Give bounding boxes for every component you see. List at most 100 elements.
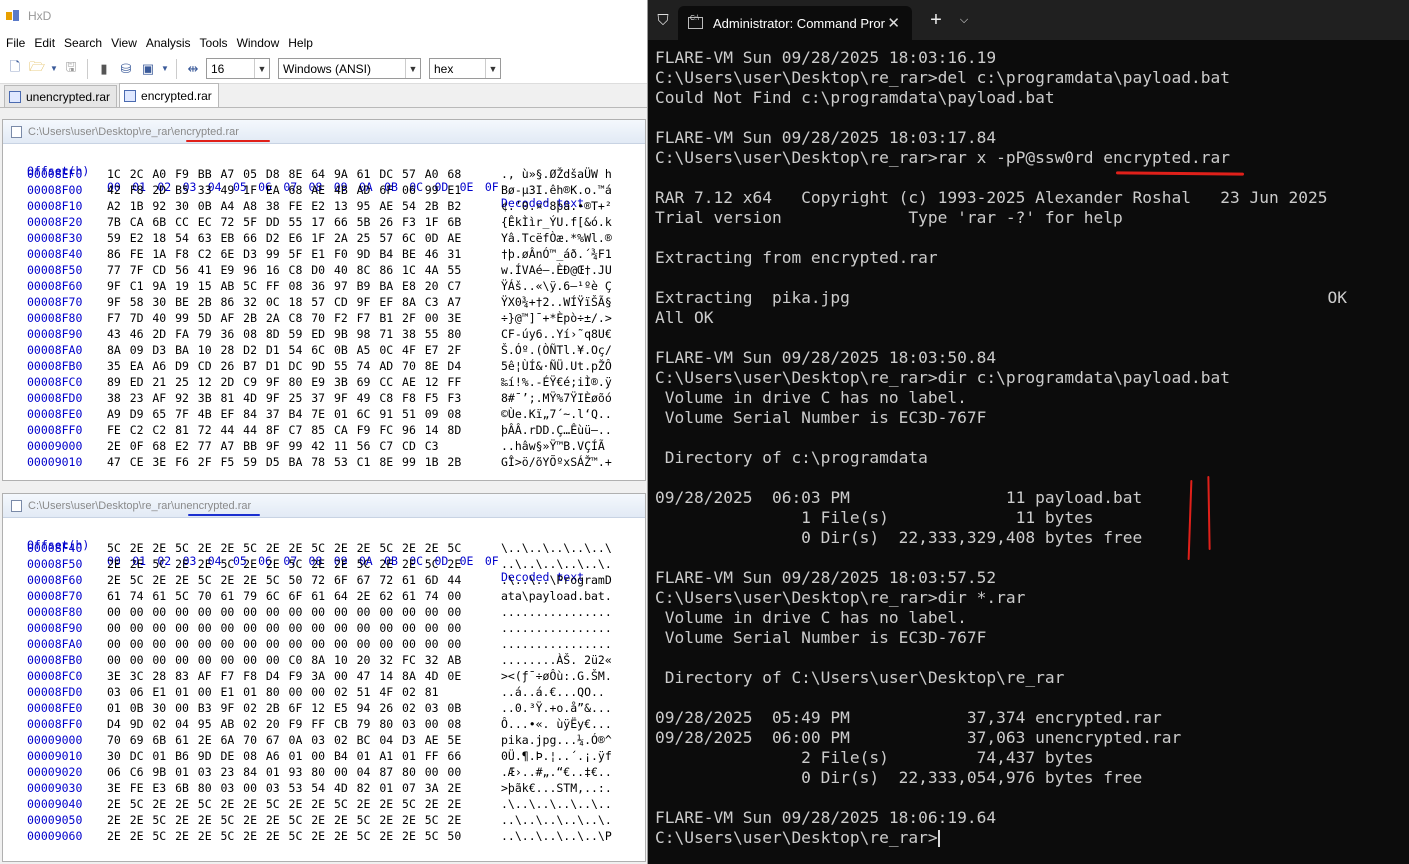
row-decoded[interactable]: ..\..\..\..\..\.: [501, 812, 612, 828]
row-decoded[interactable]: Š.Óº.(ÒÑTl.¥.Oç/: [501, 342, 612, 358]
hex-row[interactable]: 00008F70 61 74 61 5C 70 61 79 6C 6F 61 64…: [3, 588, 645, 604]
menu-tools[interactable]: Tools: [200, 36, 228, 50]
hex-row[interactable]: 00008F90 43 46 2D FA 79 36 08 8D 59 ED 9B…: [3, 326, 645, 342]
row-decoded[interactable]: ata\payload.bat.: [501, 588, 612, 604]
row-bytes[interactable]: A2 1B 92 30 0B A4 A8 38 FE E2 13 95 AE 5…: [107, 198, 461, 214]
row-bytes[interactable]: 2E 5C 2E 2E 5C 2E 2E 5C 50 72 6F 67 72 6…: [107, 572, 461, 588]
hex-row[interactable]: 00008FA0 8A 09 D3 BA 10 28 D2 D1 54 6C 0B…: [3, 342, 645, 358]
row-decoded[interactable]: CF-úy6..Yí›˜q8U€: [501, 326, 612, 342]
new-tab-button[interactable]: +: [918, 0, 954, 40]
row-decoded[interactable]: 0Ü.¶.Þ.¦..´.¡.ÿf: [501, 748, 612, 764]
hex-row[interactable]: 00008FE0 01 0B 30 00 B3 9F 02 2B 6F 12 E5…: [3, 700, 645, 716]
hex-row[interactable]: 00009020 06 C6 9B 01 03 23 84 01 93 80 00…: [3, 764, 645, 780]
hex-row[interactable]: 00008F30 59 E2 18 54 63 EB 66 D2 E6 1F 2A…: [3, 230, 645, 246]
row-bytes[interactable]: 38 23 AF 92 3B 81 4D 9F 25 37 9F 49 C8 F…: [107, 390, 461, 406]
row-decoded[interactable]: w.ÍVAé–.ÈÐ@Œ†.JU: [501, 262, 612, 278]
close-file-icon[interactable]: ▮: [95, 60, 113, 78]
row-bytes[interactable]: 2E 2E 5C 2E 2E 5C 2E 2E 5C 2E 2E 5C 2E 2…: [107, 556, 461, 572]
row-decoded[interactable]: ‰í!%.-ÉŸ€é;iÌ®.ÿ: [501, 374, 612, 390]
menu-window[interactable]: Window: [237, 36, 280, 50]
menu-help[interactable]: Help: [288, 36, 313, 50]
row-bytes[interactable]: FE C2 C2 81 72 44 44 8F C7 85 CA F9 FC 9…: [107, 422, 461, 438]
hex-row[interactable]: 00008F80 00 00 00 00 00 00 00 00 00 00 00…: [3, 604, 645, 620]
hex-row[interactable]: 00009050 2E 2E 5C 2E 2E 5C 2E 2E 5C 2E 2E…: [3, 812, 645, 828]
row-decoded[interactable]: ..\..\..\..\..\P: [501, 828, 612, 844]
hex-row[interactable]: 00008FF0 FE C2 C2 81 72 44 44 8F C7 85 CA…: [3, 422, 645, 438]
row-decoded[interactable]: .\..\..\..\..\..: [501, 796, 612, 812]
row-bytes[interactable]: 7B CA 6B CC EC 72 5F DD 55 17 66 5B 26 F…: [107, 214, 461, 230]
row-decoded[interactable]: ..\..\..\..\..\.: [501, 556, 612, 572]
menu-edit[interactable]: Edit: [34, 36, 55, 50]
menu-analysis[interactable]: Analysis: [146, 36, 191, 50]
row-bytes[interactable]: 86 FE 1A F8 C2 6E D3 99 5F E1 F0 9D B4 B…: [107, 246, 461, 262]
chevron-down-icon[interactable]: ▼: [405, 59, 420, 78]
hex-row[interactable]: 00009040 2E 5C 2E 2E 5C 2E 2E 5C 2E 2E 5C…: [3, 796, 645, 812]
row-decoded[interactable]: pika.jpg...¼.Ó®^: [501, 732, 612, 748]
row-bytes[interactable]: 47 CE 3E F6 2F F5 59 D5 BA 78 53 C1 8E 9…: [107, 454, 461, 470]
hex-row[interactable]: 00008F40 5C 2E 2E 5C 2E 2E 5C 2E 2E 5C 2E…: [3, 540, 645, 556]
row-bytes[interactable]: 00 00 00 00 00 00 00 00 C0 8A 10 20 32 F…: [107, 652, 461, 668]
row-bytes[interactable]: 01 0B 30 00 B3 9F 02 2B 6F 12 E5 94 26 0…: [107, 700, 461, 716]
row-decoded[interactable]: ¢.’0.¤¨8þâ.•®T+²: [501, 198, 612, 214]
row-decoded[interactable]: ŸX0¾+†2..WÍŸïŠÃ§: [501, 294, 612, 310]
terminal-output[interactable]: FLARE-VM Sun 09/28/2025 18:03:16.19 C:\Us…: [655, 48, 1405, 848]
chevron-down-icon[interactable]: ⌵: [954, 0, 974, 40]
row-decoded[interactable]: .Æ›..#„.“€..‡€..: [501, 764, 612, 780]
menu-search[interactable]: Search: [64, 36, 102, 50]
row-decoded[interactable]: ........ÀŠ. 2ü2«: [501, 652, 612, 668]
open-folder-icon[interactable]: 🗁: [28, 59, 46, 78]
charset-select[interactable]: Windows (ANSI) ▼: [278, 58, 421, 79]
row-decoded[interactable]: Bø-µ3I.êh®K.o.™á: [501, 182, 612, 198]
hex-row[interactable]: 00008F90 00 00 00 00 00 00 00 00 00 00 00…: [3, 620, 645, 636]
hex-row[interactable]: 00008FD0 38 23 AF 92 3B 81 4D 9F 25 37 9F…: [3, 390, 645, 406]
hex-row[interactable]: 00008EF0 1C 2C A0 F9 BB A7 05 D8 8E 64 9A…: [3, 166, 645, 182]
save-icon[interactable]: 🖫: [62, 59, 80, 78]
hex-row[interactable]: 00008FD0 03 06 E1 01 00 E1 01 80 00 00 02…: [3, 684, 645, 700]
hex-row[interactable]: 00008FC0 89 ED 21 25 12 2D C9 9F 80 E9 3B…: [3, 374, 645, 390]
chevron-down-icon[interactable]: ▼: [254, 59, 269, 78]
row-decoded[interactable]: 8#¯’;.MŸ%7ŸIÈøõó: [501, 390, 612, 406]
row-bytes[interactable]: A9 D9 65 7F 4B EF 84 37 B4 7E 01 6C 91 5…: [107, 406, 461, 422]
ram-dropdown-icon[interactable]: ▼: [161, 60, 169, 78]
row-bytes[interactable]: 30 DC 01 B6 9D DE 08 A6 01 00 B4 01 A1 0…: [107, 748, 461, 764]
row-decoded[interactable]: þÂÂ.rDD.Ç…Êùü–..: [501, 422, 612, 438]
row-bytes[interactable]: 77 7F CD 56 41 E9 96 16 C8 D0 40 8C 86 1…: [107, 262, 461, 278]
row-decoded[interactable]: ..á..á.€...QO..: [501, 684, 605, 700]
hex-row[interactable]: 00008F20 7B CA 6B CC EC 72 5F DD 55 17 66…: [3, 214, 645, 230]
hex-row[interactable]: 00008FB0 00 00 00 00 00 00 00 00 C0 8A 10…: [3, 652, 645, 668]
row-bytes[interactable]: 61 74 61 5C 70 61 79 6C 6F 61 64 2E 62 6…: [107, 588, 461, 604]
row-decoded[interactable]: ><(ƒ¯÷øÔù:.G.ŠM.: [501, 668, 612, 684]
row-decoded[interactable]: ................: [501, 604, 612, 620]
row-bytes[interactable]: 2E 0F 68 E2 77 A7 BB 9F 99 42 11 56 C7 C…: [107, 438, 439, 454]
row-bytes[interactable]: 8A 09 D3 BA 10 28 D2 D1 54 6C 0B A5 0C 4…: [107, 342, 461, 358]
open-ram-icon[interactable]: ▣: [139, 60, 157, 78]
hex-row[interactable]: 00008F80 F7 7D 40 99 5D AF 2B 2A C8 70 F2…: [3, 310, 645, 326]
hex-row[interactable]: 00008FF0 D4 9D 02 04 95 AB 02 20 F9 FF CB…: [3, 716, 645, 732]
hex-rows[interactable]: 00008EF0 1C 2C A0 F9 BB A7 05 D8 8E 64 9A…: [3, 166, 645, 470]
open-dropdown-icon[interactable]: ▼: [50, 60, 58, 78]
row-decoded[interactable]: ŸÁš..«\ÿ.6—¹ºè Ç: [501, 278, 612, 294]
row-bytes[interactable]: 00 00 00 00 00 00 00 00 00 00 00 00 00 0…: [107, 604, 461, 620]
row-decoded[interactable]: ................: [501, 636, 612, 652]
hex-rows[interactable]: 00008F40 5C 2E 2E 5C 2E 2E 5C 2E 2E 5C 2E…: [3, 540, 645, 844]
row-decoded[interactable]: ÷}@™]¯+*Èpò÷±/.>: [501, 310, 612, 326]
row-decoded[interactable]: >þãk€...STM‚..:.: [501, 780, 612, 796]
hex-row[interactable]: 00008F60 2E 5C 2E 2E 5C 2E 2E 5C 50 72 6F…: [3, 572, 645, 588]
row-bytes[interactable]: 42 F8 2D B5 33 49 1F EA 68 AE 4B AD 6F 0…: [107, 182, 461, 198]
menu-file[interactable]: File: [6, 36, 25, 50]
hex-row[interactable]: 00008FA0 00 00 00 00 00 00 00 00 00 00 00…: [3, 636, 645, 652]
row-bytes[interactable]: 9F 58 30 BE 2B 86 32 0C 18 57 CD 9F EF 8…: [107, 294, 461, 310]
row-bytes[interactable]: 70 69 6B 61 2E 6A 70 67 0A 03 02 BC 04 D…: [107, 732, 461, 748]
row-bytes[interactable]: D4 9D 02 04 95 AB 02 20 F9 FF CB 79 80 0…: [107, 716, 461, 732]
tab-encrypted[interactable]: encrypted.rar: [119, 83, 219, 107]
new-file-icon[interactable]: 🗋: [6, 59, 24, 78]
row-bytes[interactable]: 59 E2 18 54 63 EB 66 D2 E6 1F 2A 25 57 6…: [107, 230, 461, 246]
row-decoded[interactable]: Yâ.TcëfÒæ.*%Wl.®: [501, 230, 612, 246]
hex-row[interactable]: 00009030 3E FE E3 6B 80 03 00 03 53 54 4D…: [3, 780, 645, 796]
hex-row[interactable]: 00009000 70 69 6B 61 2E 6A 70 67 0A 03 02…: [3, 732, 645, 748]
terminal-tab[interactable]: Administrator: Command Pror ✕: [678, 6, 912, 40]
row-bytes[interactable]: 89 ED 21 25 12 2D C9 9F 80 E9 3B 69 CC A…: [107, 374, 461, 390]
row-bytes[interactable]: F7 7D 40 99 5D AF 2B 2A C8 70 F2 F7 B1 2…: [107, 310, 461, 326]
tab-unencrypted[interactable]: unencrypted.rar: [4, 85, 118, 107]
row-decoded[interactable]: ©Ùe.Kï„7´~.l‘Q..: [501, 406, 612, 422]
